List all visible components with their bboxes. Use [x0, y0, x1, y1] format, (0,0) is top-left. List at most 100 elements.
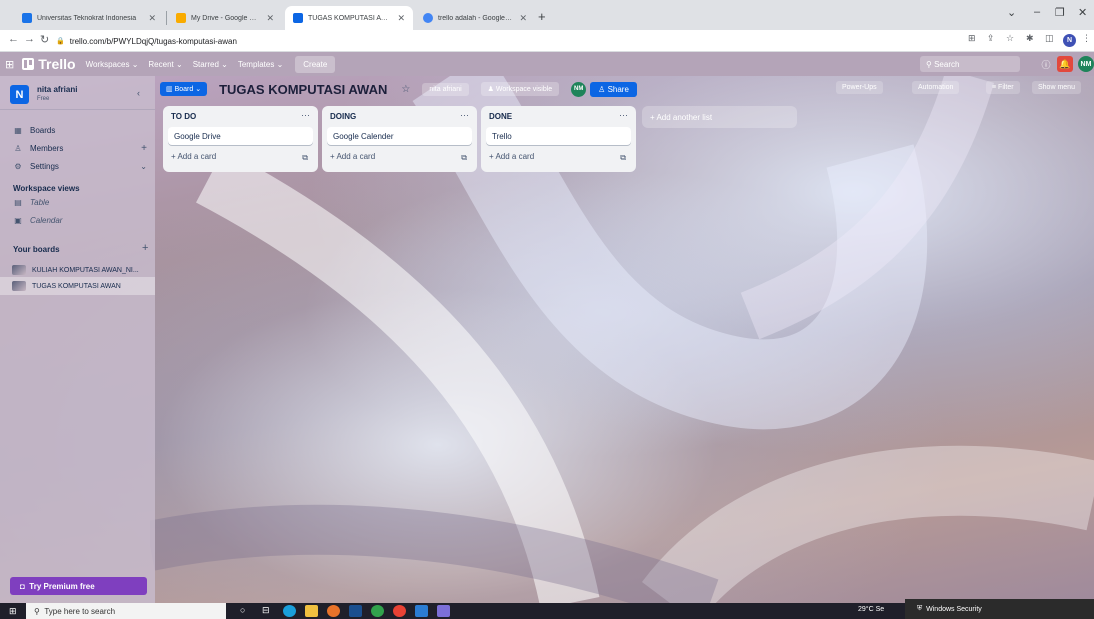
sidebar-item-calendar[interactable]: ▣ Calendar — [0, 211, 155, 229]
share-label: Share — [607, 84, 629, 94]
app-icon[interactable] — [437, 605, 450, 617]
browser-tab[interactable]: My Drive - Google Drive ✕ — [168, 6, 282, 30]
windows-security-notification[interactable]: ⛨ Windows Security — [905, 599, 1094, 619]
sidebar-item-members[interactable]: ♙ Members + — [0, 139, 155, 157]
browser-profile-avatar[interactable]: N — [1063, 34, 1076, 47]
star-board-icon[interactable]: ☆ — [401, 84, 410, 95]
close-tab-icon[interactable]: ✕ — [397, 13, 405, 24]
nav-templates[interactable]: Templates ⌄ — [238, 60, 283, 69]
back-icon[interactable]: ← — [8, 33, 19, 45]
tab-search-icon[interactable]: ⌄ — [1007, 6, 1016, 19]
forward-icon[interactable]: → — [24, 33, 35, 45]
card[interactable]: Google Calender — [327, 127, 472, 145]
browser-menu-icon[interactable]: ⋮ — [1082, 33, 1091, 44]
sidebar-board-item-active[interactable]: TUGAS KOMPUTASI AWAN — [0, 277, 155, 295]
notifications-icon[interactable]: 🔔 — [1057, 56, 1073, 72]
card-template-icon[interactable]: ⧉ — [620, 153, 626, 163]
information-icon[interactable]: ⓘ — [1038, 56, 1054, 72]
power-ups-button[interactable]: Power-Ups — [836, 81, 883, 94]
visibility-button[interactable]: ♟ Workspace visible — [480, 82, 560, 96]
translate-icon[interactable]: ⊞ — [968, 33, 976, 44]
workspace-name: nita afriani — [37, 85, 78, 94]
close-window-icon[interactable]: ✕ — [1078, 6, 1087, 19]
chrome-icon[interactable] — [393, 605, 406, 617]
browser-tab[interactable]: Universitas Teknokrat Indonesia ✕ — [14, 6, 164, 30]
side-panel-icon[interactable]: ◫ — [1045, 33, 1054, 44]
sidebar-item-boards[interactable]: ▦ Boards — [0, 121, 155, 139]
app-switcher-icon[interactable]: ⊞ — [5, 58, 14, 71]
add-board-icon[interactable]: + — [142, 242, 148, 254]
tab-title: My Drive - Google Drive — [191, 14, 261, 22]
add-card-button[interactable]: + Add a card — [330, 152, 375, 161]
tab-title: TUGAS KOMPUTASI AWAN | Trello — [308, 14, 392, 22]
bookmark-star-icon[interactable]: ☆ — [1006, 33, 1014, 44]
add-list-button[interactable]: + Add another list — [642, 106, 797, 128]
list-actions-icon[interactable]: ··· — [619, 110, 628, 120]
add-card-button[interactable]: + Add a card — [171, 152, 216, 161]
board-header: ▥ Board ⌄ TUGAS KOMPUTASI AWAN ☆ nita af… — [160, 78, 1094, 100]
collapse-sidebar-icon[interactable]: ‹ — [137, 88, 140, 98]
sidebar-item-table[interactable]: ▤ Table — [0, 193, 155, 211]
filter-button[interactable]: ≡ Filter — [986, 81, 1020, 94]
photoshop-icon[interactable] — [349, 605, 362, 617]
extensions-icon[interactable]: ✱ — [1026, 33, 1034, 44]
reload-icon[interactable]: ↻ — [40, 33, 49, 46]
google-favicon-icon — [423, 13, 433, 23]
premium-label: Try Premium free — [29, 581, 95, 591]
member-avatar[interactable]: NM — [571, 81, 587, 97]
visibility-icon: ♟ — [487, 86, 494, 93]
list-title[interactable]: TO DO — [171, 112, 196, 121]
new-tab-icon[interactable]: + — [538, 9, 546, 24]
search-input[interactable]: ⚲ Search — [920, 56, 1020, 72]
sidebar-item-settings[interactable]: ⚙ Settings ⌄ — [0, 157, 155, 175]
task-view-icon[interactable]: ⊟ — [262, 605, 275, 617]
browser-tab-active[interactable]: TUGAS KOMPUTASI AWAN | Trello ✕ — [285, 6, 413, 30]
trello-logo[interactable]: Trello — [22, 56, 76, 72]
file-explorer-icon[interactable] — [305, 605, 318, 617]
firefox-icon[interactable] — [327, 605, 340, 617]
account-avatar[interactable]: NM — [1078, 56, 1094, 72]
word-icon[interactable] — [415, 605, 428, 617]
address-bar[interactable]: 🔒 trello.com/b/PWYLDqjQ/tugas-komputasi-… — [56, 33, 946, 49]
cortana-icon[interactable]: ○ — [240, 605, 253, 617]
card-template-icon[interactable]: ⧉ — [302, 153, 308, 163]
card[interactable]: Trello — [486, 127, 631, 145]
sidebar-item-label: Settings — [30, 161, 59, 171]
windows-start-icon[interactable]: ⊞ — [9, 606, 17, 617]
edge-icon[interactable] — [283, 605, 296, 617]
browser-tab[interactable]: trello adalah - Google Search ✕ — [415, 6, 535, 30]
list-actions-icon[interactable]: ··· — [301, 110, 310, 120]
maximize-icon[interactable]: ❐ — [1055, 6, 1065, 19]
automation-button[interactable]: Automation — [912, 81, 960, 94]
try-premium-button[interactable]: ◘ Try Premium free — [10, 577, 147, 595]
share-button[interactable]: ♙ Share — [590, 81, 637, 97]
weather-widget[interactable]: 29°C Se — [858, 606, 884, 613]
whatsapp-icon[interactable] — [371, 605, 384, 617]
card[interactable]: Google Drive — [168, 127, 313, 145]
lock-icon: 🔒 — [56, 38, 65, 45]
board-view-switcher[interactable]: ▥ Board ⌄ — [160, 82, 208, 96]
close-tab-icon[interactable]: ✕ — [519, 13, 527, 24]
close-tab-icon[interactable]: ✕ — [266, 13, 274, 24]
close-tab-icon[interactable]: ✕ — [148, 13, 156, 24]
taskbar-search-input[interactable]: ⚲ Type here to search — [26, 603, 226, 619]
list-actions-icon[interactable]: ··· — [460, 110, 469, 120]
list-title[interactable]: DONE — [489, 112, 512, 121]
minimize-icon[interactable]: – — [1034, 6, 1040, 18]
show-menu-button[interactable]: Show menu — [1032, 81, 1081, 94]
nav-recent[interactable]: Recent ⌄ — [148, 60, 182, 69]
card-template-icon[interactable]: ⧉ — [461, 153, 467, 163]
workspace-views-heading: Workspace views — [13, 184, 80, 193]
workspace-chip[interactable]: nita afriani — [422, 82, 469, 96]
create-button[interactable]: Create — [295, 55, 336, 73]
list-title[interactable]: DOING — [330, 112, 356, 121]
board-title[interactable]: TUGAS KOMPUTASI AWAN — [219, 82, 387, 97]
nav-starred[interactable]: Starred ⌄ — [193, 60, 228, 69]
add-card-button[interactable]: + Add a card — [489, 152, 534, 161]
search-placeholder: Search — [934, 59, 960, 69]
nav-workspaces[interactable]: Workspaces ⌄ — [86, 60, 139, 69]
board-thumbnail — [12, 265, 26, 275]
list-doing: DOING ··· Google Calender + Add a card ⧉ — [322, 106, 477, 172]
share-page-icon[interactable]: ⇪ — [987, 33, 995, 44]
add-member-icon[interactable]: + — [141, 143, 147, 154]
